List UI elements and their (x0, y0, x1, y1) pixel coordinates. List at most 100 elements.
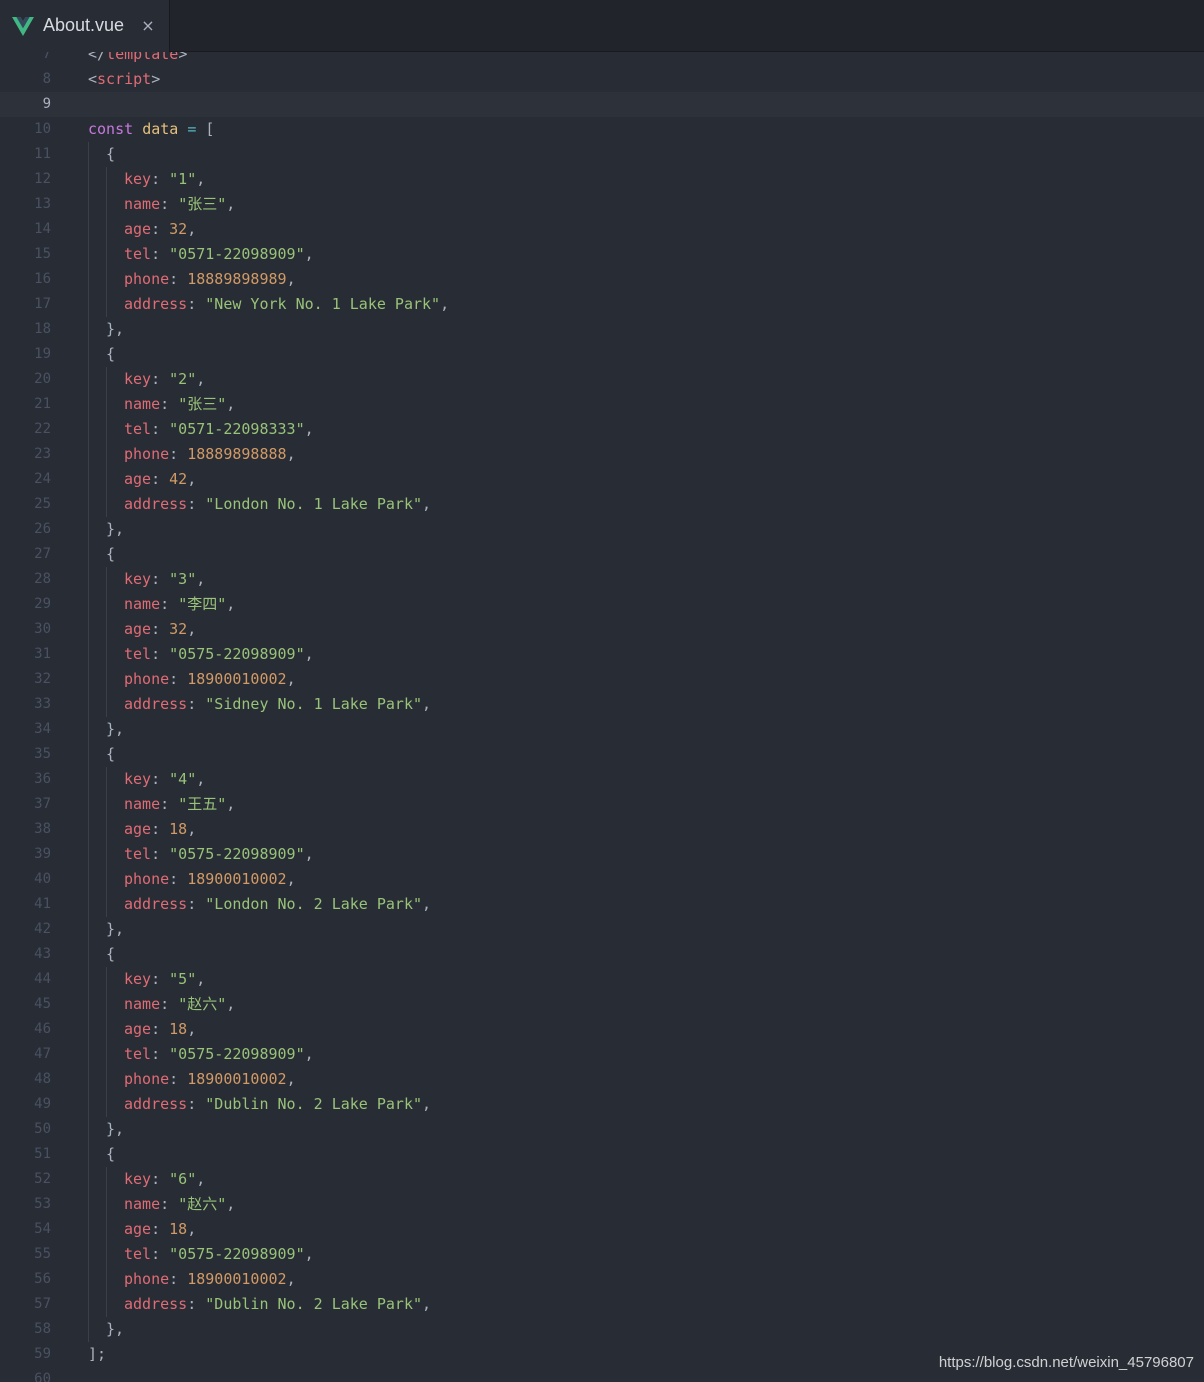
code-line[interactable]: 8 <script> (0, 67, 1204, 92)
code-token: , (440, 295, 450, 313)
code-text: key: "4", (124, 767, 205, 792)
code-line[interactable]: 15 tel: "0571-22098909", (0, 242, 1204, 267)
tab-about-vue[interactable]: About.vue × (0, 0, 170, 52)
code-token: phone (124, 870, 170, 888)
code-token: 18889898888 (187, 445, 287, 463)
close-icon[interactable]: × (138, 16, 158, 36)
code-token: : (169, 1070, 188, 1088)
code-line[interactable]: 50}, (0, 1117, 1204, 1142)
code-line[interactable]: 45 name: "赵六", (0, 992, 1204, 1017)
code-line[interactable]: 18}, (0, 317, 1204, 342)
code-token: , (304, 420, 314, 438)
code-line[interactable]: 20 key: "2", (0, 367, 1204, 392)
code-editor[interactable]: 7 </template> 8 <script> 9 10 const data = [11… (0, 52, 1204, 1382)
line-number: 43 (34, 946, 51, 962)
code-line[interactable]: 29 name: "李四", (0, 592, 1204, 617)
code-line[interactable]: 57 address: "Dublin No. 2 Lake Park", (0, 1292, 1204, 1317)
line-number: 42 (34, 921, 51, 937)
code-line[interactable]: 9 (0, 92, 1204, 117)
code-token: < (88, 70, 98, 88)
code-token: : (151, 170, 170, 188)
code-line[interactable]: 30 age: 32, (0, 617, 1204, 642)
code-token: }, (106, 1120, 125, 1138)
code-line[interactable]: 46 age: 18, (0, 1017, 1204, 1042)
line-number: 14 (34, 221, 51, 237)
code-line[interactable]: 33 address: "Sidney No. 1 Lake Park", (0, 692, 1204, 717)
line-number: 19 (34, 346, 51, 362)
line-number: 27 (34, 546, 51, 562)
code-token: : (151, 845, 170, 863)
code-line[interactable]: 31 tel: "0575-22098909", (0, 642, 1204, 667)
code-line[interactable]: 25 address: "London No. 1 Lake Park", (0, 492, 1204, 517)
code-line[interactable]: 36 key: "4", (0, 767, 1204, 792)
code-line[interactable]: 48 phone: 18900010002, (0, 1067, 1204, 1092)
indent-guide (106, 1167, 107, 1192)
line-number: 50 (34, 1121, 51, 1137)
code-line[interactable]: 11 { (0, 142, 1204, 167)
code-line[interactable]: 51 { (0, 1142, 1204, 1167)
code-token: "Sidney No. 1 Lake Park" (205, 695, 423, 713)
code-text: }, (106, 717, 124, 742)
code-line[interactable]: 41 address: "London No. 2 Lake Park", (0, 892, 1204, 917)
code-text: address: "London No. 2 Lake Park", (124, 892, 431, 917)
code-line[interactable]: 19 { (0, 342, 1204, 367)
code-text: const data = [ (88, 117, 214, 142)
code-text: age: 18, (124, 1017, 196, 1042)
indent-guide (88, 1217, 89, 1242)
code-line[interactable]: 34}, (0, 717, 1204, 742)
indent-guide (88, 492, 89, 517)
code-line[interactable]: 40 phone: 18900010002, (0, 867, 1204, 892)
line-number: 13 (34, 196, 51, 212)
code-line[interactable]: 52 key: "6", (0, 1167, 1204, 1192)
code-line[interactable]: 32 phone: 18900010002, (0, 667, 1204, 692)
code-line[interactable]: 22 tel: "0571-22098333", (0, 417, 1204, 442)
code-token: phone (124, 1270, 170, 1288)
code-lines: 7 </template> 8 <script> 9 10 const data = [11… (0, 52, 1204, 1382)
indent-guide (106, 1042, 107, 1067)
code-line[interactable]: 21 name: "张三", (0, 392, 1204, 417)
code-line[interactable]: 24 age: 42, (0, 467, 1204, 492)
line-number: 20 (34, 371, 51, 387)
line-number: 47 (34, 1046, 51, 1062)
code-line[interactable]: 39 tel: "0575-22098909", (0, 842, 1204, 867)
code-line[interactable]: 28 key: "3", (0, 567, 1204, 592)
code-token: key (124, 770, 152, 788)
code-line[interactable]: 13 name: "张三", (0, 192, 1204, 217)
code-line[interactable]: 16 phone: 18889898989, (0, 267, 1204, 292)
code-line[interactable]: 7 </template> (0, 52, 1204, 67)
code-line[interactable]: 44 key: "5", (0, 967, 1204, 992)
code-line[interactable]: 38 age: 18, (0, 817, 1204, 842)
code-token: : (151, 1020, 170, 1038)
code-line[interactable]: 27 { (0, 542, 1204, 567)
code-token: , (226, 795, 236, 813)
code-line[interactable]: 56 phone: 18900010002, (0, 1267, 1204, 1292)
code-line[interactable]: 26}, (0, 517, 1204, 542)
code-token: "赵六" (178, 1195, 227, 1213)
code-line[interactable]: 12 key: "1", (0, 167, 1204, 192)
code-text: { (106, 942, 115, 967)
code-token: key (124, 370, 152, 388)
code-line[interactable]: 37 name: "王五", (0, 792, 1204, 817)
indent-guide (88, 717, 89, 742)
indent-guide (106, 367, 107, 392)
code-line[interactable]: 47 tel: "0575-22098909", (0, 1042, 1204, 1067)
code-line[interactable]: 14 age: 32, (0, 217, 1204, 242)
indent-guide (88, 867, 89, 892)
code-line[interactable]: 49 address: "Dublin No. 2 Lake Park", (0, 1092, 1204, 1117)
code-line[interactable]: 35 { (0, 742, 1204, 767)
code-line[interactable]: 10 const data = [ (0, 117, 1204, 142)
code-token: : (187, 1095, 206, 1113)
indent-guide (106, 1092, 107, 1117)
code-line[interactable]: 42}, (0, 917, 1204, 942)
code-line[interactable]: 54 age: 18, (0, 1217, 1204, 1242)
code-line[interactable]: 23 phone: 18889898888, (0, 442, 1204, 467)
code-line[interactable]: 53 name: "赵六", (0, 1192, 1204, 1217)
code-token: : (169, 1270, 188, 1288)
code-text: name: "李四", (124, 592, 235, 617)
code-line[interactable]: 58}, (0, 1317, 1204, 1342)
code-line[interactable]: 17 address: "New York No. 1 Lake Park", (0, 292, 1204, 317)
code-line[interactable]: 43 { (0, 942, 1204, 967)
code-line[interactable]: 55 tel: "0575-22098909", (0, 1242, 1204, 1267)
line-number: 34 (34, 721, 51, 737)
code-text: tel: "0571-22098909", (124, 242, 314, 267)
